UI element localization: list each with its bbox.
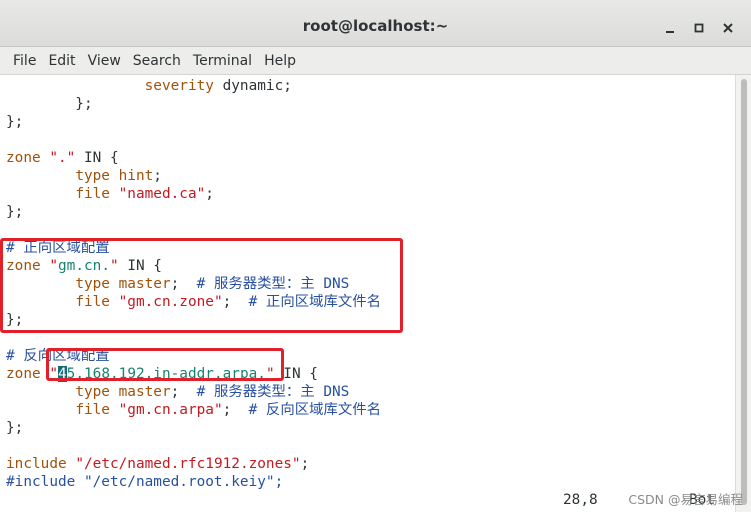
terminal-line: #include "/etc/named.root.keiy"; (6, 473, 283, 491)
terminal-line: }; (6, 419, 23, 437)
terminal-line: severity dynamic; (6, 77, 292, 95)
terminal-line: }; (6, 113, 23, 131)
code-token: ; (300, 456, 310, 472)
code-token: ; (153, 168, 162, 184)
code-token: file (75, 402, 110, 418)
code-token: zone (6, 150, 41, 166)
code-token: }; (6, 96, 93, 112)
menu-bar: File Edit View Search Terminal Help (0, 47, 751, 75)
terminal-line: type hint; (6, 167, 162, 185)
title-bar: root@localhost:~ (0, 0, 751, 47)
maximize-icon[interactable] (691, 20, 706, 35)
code-token: ; (205, 186, 214, 202)
terminal-line: }; (6, 203, 23, 221)
scrollbar-thumb[interactable] (741, 79, 747, 505)
menu-search[interactable]: Search (127, 53, 187, 69)
code-token: hint (118, 168, 154, 184)
menu-help[interactable]: Help (258, 53, 302, 69)
code-token: type (75, 168, 110, 184)
code-token: include (6, 456, 67, 472)
code-token: }; (6, 114, 24, 130)
minimize-icon[interactable] (662, 20, 677, 35)
code-token: # 服务器类型：主 DNS (196, 384, 350, 400)
terminal-line: include "/etc/named.rfc1912.zones"; (6, 455, 309, 473)
forward-zone-highlight-box (0, 238, 403, 333)
code-token: dynamic; (213, 78, 292, 94)
code-token: "named.ca" (118, 186, 206, 202)
code-token: zone (6, 366, 41, 382)
code-token: master (118, 384, 171, 400)
code-token: severity (144, 78, 214, 94)
code-token: ; (222, 402, 249, 418)
code-token: # 反向区域库文件名 (248, 402, 382, 418)
menu-edit[interactable]: Edit (42, 53, 81, 69)
terminal-line: }; (6, 95, 93, 113)
code-token: #include "/etc/named.root.keiy"; (6, 474, 284, 490)
menu-file[interactable]: File (7, 53, 42, 69)
close-icon[interactable] (720, 20, 735, 35)
window-title: root@localhost:~ (302, 17, 449, 35)
code-token: ; (170, 384, 197, 400)
terminal-line: type master; # 服务器类型：主 DNS (6, 383, 349, 401)
menu-view[interactable]: View (82, 53, 127, 69)
reverse-zone-name-highlight-box (46, 348, 284, 381)
terminal-line: file "named.ca"; (6, 185, 214, 203)
scrollbar[interactable] (735, 75, 751, 512)
code-token: "." (49, 150, 76, 166)
code-token: }; (6, 204, 24, 220)
code-token: }; (6, 420, 24, 436)
code-token: "gm.cn.arpa" (118, 402, 223, 418)
cursor-position: 28,8 (563, 492, 598, 508)
terminal-line: zone "." IN { (6, 149, 119, 167)
code-token: "/etc/named.rfc1912.zones" (75, 456, 301, 472)
code-token: type (75, 384, 110, 400)
menu-terminal[interactable]: Terminal (187, 53, 258, 69)
window-controls (662, 20, 735, 35)
code-token: IN { (75, 150, 119, 166)
code-token: file (75, 186, 110, 202)
watermark: CSDN @易言易编程 (628, 492, 743, 507)
terminal-line: file "gm.cn.arpa"; # 反向区域库文件名 (6, 401, 381, 419)
